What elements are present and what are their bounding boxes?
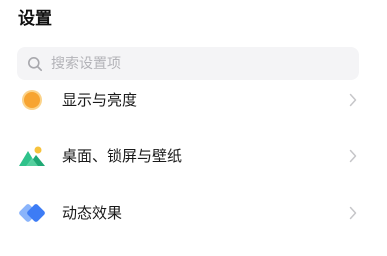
settings-item-display-brightness[interactable]: 显示与亮度 bbox=[0, 82, 387, 128]
search-icon bbox=[26, 55, 44, 73]
settings-page: 设置 显示与亮度 bbox=[0, 0, 387, 256]
motion-effect-icon bbox=[17, 198, 47, 228]
search-input[interactable] bbox=[51, 51, 359, 76]
settings-item-motion-effects[interactable]: 动态效果 bbox=[0, 185, 387, 241]
wallpaper-icon bbox=[17, 141, 47, 171]
chevron-right-icon bbox=[347, 148, 359, 164]
search-bar[interactable] bbox=[17, 47, 359, 80]
settings-item-label: 动态效果 bbox=[62, 204, 123, 222]
page-title: 设置 bbox=[18, 9, 52, 29]
settings-item-label: 显示与亮度 bbox=[62, 91, 138, 109]
settings-item-desktop-wallpaper[interactable]: 桌面、锁屏与壁纸 bbox=[0, 128, 387, 184]
chevron-right-icon bbox=[347, 92, 359, 108]
settings-list: 显示与亮度 桌面、锁屏与壁纸 动态效果 bbox=[0, 82, 387, 256]
settings-item-label: 桌面、锁屏与壁纸 bbox=[62, 147, 183, 165]
chevron-right-icon bbox=[347, 205, 359, 221]
sun-icon bbox=[17, 85, 47, 115]
